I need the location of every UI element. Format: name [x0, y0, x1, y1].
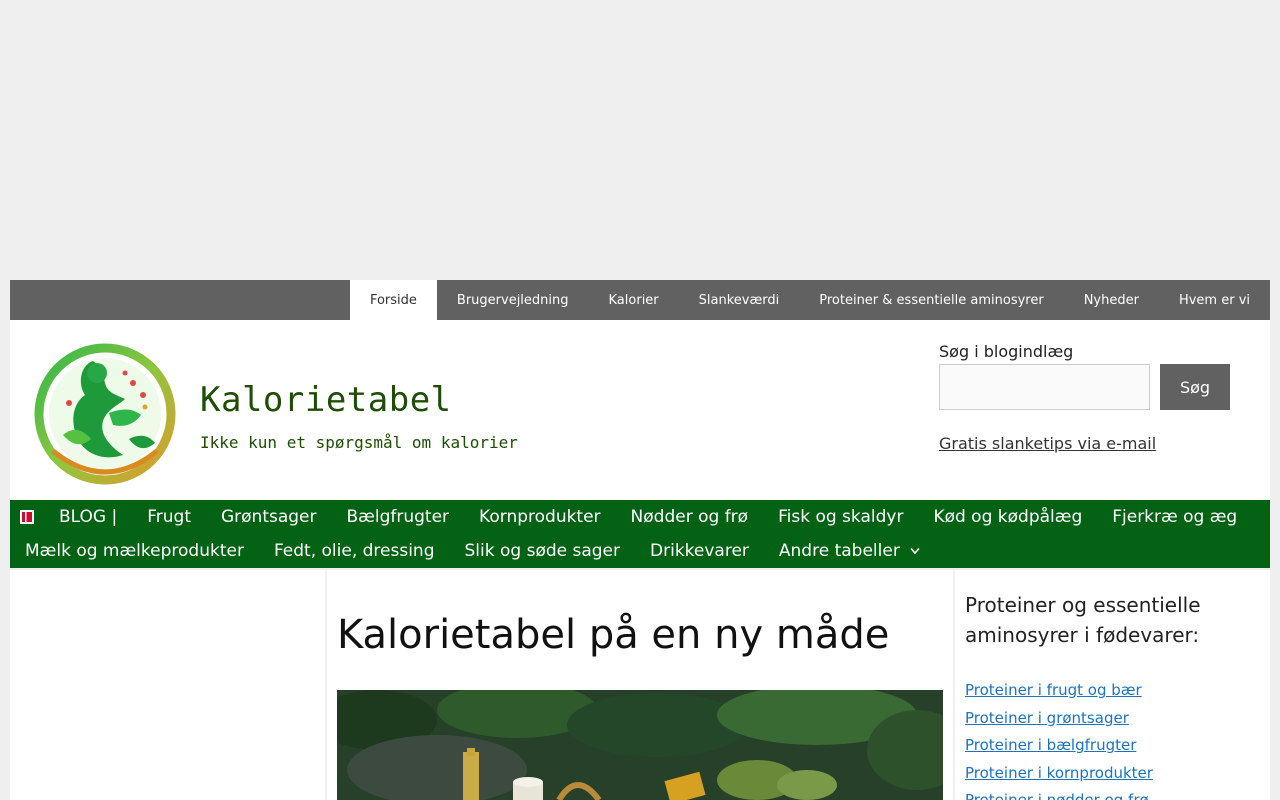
top-nav: Forside Brugervejledning Kalorier Slanke… — [10, 280, 1270, 320]
chevron-down-icon — [910, 545, 920, 558]
top-nav-forside[interactable]: Forside — [349, 280, 437, 320]
list-item: Proteiner i bælgfrugter — [965, 735, 1153, 763]
main-nav-frugt[interactable]: Frugt — [132, 500, 206, 534]
main-nav-kod[interactable]: Kød og kødpålæg — [918, 500, 1097, 534]
list-item: Proteiner i grøntsager — [965, 708, 1153, 736]
main-nav-andre-tabeller[interactable]: Andre tabeller — [764, 534, 935, 568]
sidebar-heading: Proteiner og essentielle aminosyrer i fø… — [965, 593, 1201, 647]
sidebar-link-grontsager[interactable]: Proteiner i grøntsager — [965, 709, 1129, 727]
main-nav-row-2: Mælk og mælkeprodukter Fedt, olie, dress… — [20, 534, 1270, 568]
right-sidebar: Proteiner og essentielle aminosyrer i fø… — [955, 570, 1270, 800]
main-nav-fedt[interactable]: Fedt, olie, dressing — [259, 534, 450, 568]
search-input[interactable] — [939, 364, 1150, 410]
left-sidebar — [10, 570, 325, 800]
search-label: Søg i blogindlæg — [939, 342, 1074, 361]
main-nav-blog[interactable]: BLOG | — [44, 500, 132, 534]
site-tagline: Ikke kun et spørgsmål om kalorier — [200, 433, 518, 452]
sidebar-link-baelgfrugter[interactable]: Proteiner i bælgfrugter — [965, 736, 1136, 754]
main-nav-kornprodukter[interactable]: Kornprodukter — [464, 500, 616, 534]
top-nav-proteiner[interactable]: Proteiner & essentielle aminosyrer — [799, 280, 1063, 320]
main-nav-row-1: BLOG | Frugt Grøntsager Bælgfrugter Korn… — [20, 500, 1270, 534]
sidebar-link-frugt[interactable]: Proteiner i frugt og bær — [965, 681, 1142, 699]
main-nav-fjerkrae[interactable]: Fjerkræ og æg — [1097, 500, 1252, 534]
main-nav-andre-tabeller-label: Andre tabeller — [778, 541, 900, 561]
danish-flag-icon[interactable] — [20, 510, 34, 524]
site-header: Kalorietabel Ikke kun et spørgsmål om ka… — [10, 320, 1270, 500]
main-nav-maelk[interactable]: Mælk og mælkeprodukter — [20, 534, 259, 568]
main-nav-drikkevarer[interactable]: Drikkevarer — [635, 534, 764, 568]
page-title: Kalorietabel på en ny måde — [337, 612, 890, 658]
main-nav-nodder[interactable]: Nødder og frø — [616, 500, 764, 534]
top-nav-slankevaerdi[interactable]: Slankeværdi — [679, 280, 800, 320]
sidebar-link-nodder[interactable]: Proteiner i nødder og frø — [965, 791, 1149, 800]
top-nav-nyheder[interactable]: Nyheder — [1064, 280, 1159, 320]
site-logo[interactable] — [33, 343, 177, 485]
sidebar-link-list: Proteiner i frugt og bær Proteiner i grø… — [965, 680, 1153, 800]
hero-image — [337, 690, 943, 800]
main-nav-baelgfrugter[interactable]: Bælgfrugter — [332, 500, 465, 534]
main-nav-slik[interactable]: Slik og søde sager — [450, 534, 636, 568]
list-item: Proteiner i nødder og frø — [965, 790, 1153, 800]
top-nav-kalorier[interactable]: Kalorier — [589, 280, 679, 320]
main-content: Kalorietabel på en ny måde — [327, 570, 953, 800]
list-item: Proteiner i frugt og bær — [965, 680, 1153, 708]
main-nav: BLOG | Frugt Grøntsager Bælgfrugter Korn… — [10, 500, 1270, 568]
top-nav-brugervejledning[interactable]: Brugervejledning — [437, 280, 589, 320]
main-nav-grontsager[interactable]: Grøntsager — [206, 500, 332, 534]
sidebar-link-kornprodukter[interactable]: Proteiner i kornprodukter — [965, 764, 1153, 782]
site-title[interactable]: Kalorietabel — [200, 380, 452, 420]
top-nav-hvem-er-vi[interactable]: Hvem er vi — [1159, 280, 1270, 320]
list-item: Proteiner i kornprodukter — [965, 763, 1153, 791]
email-signup-link[interactable]: Gratis slanketips via e-mail — [939, 434, 1156, 453]
search-button[interactable]: Søg — [1160, 364, 1230, 410]
main-nav-fisk[interactable]: Fisk og skaldyr — [763, 500, 918, 534]
ad-space — [0, 0, 1280, 280]
